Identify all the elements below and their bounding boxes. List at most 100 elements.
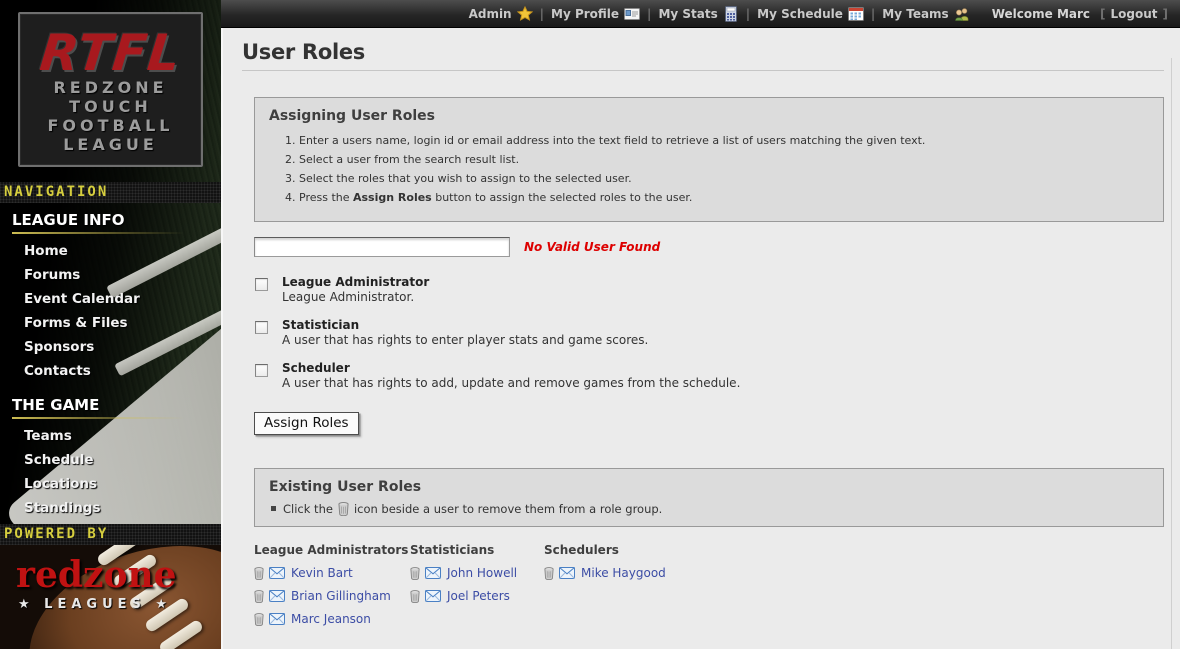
role-options: League Administrator League Administrato… (254, 275, 1164, 391)
email-icon[interactable] (269, 567, 285, 579)
group-title: Schedulers (544, 543, 700, 557)
scheduler-checkbox[interactable] (255, 364, 268, 377)
assign-roles-button[interactable]: Assign Roles (254, 412, 359, 435)
sidebar-item-forms-files[interactable]: Forms & Files (12, 311, 215, 335)
group-schedulers: Schedulers Mike Haygood (544, 543, 700, 634)
rtfl-logo-line: TOUCH (20, 97, 201, 116)
user-search-input[interactable] (254, 237, 510, 257)
role-description: League Administrator. (282, 290, 1164, 305)
role-groups: League Administrators Kevin Bart Brian G… (254, 543, 1164, 634)
sidebar-item-home[interactable]: Home (12, 239, 215, 263)
email-icon[interactable] (269, 613, 285, 625)
topbar-item-label: My Schedule (757, 7, 843, 21)
role-name: Scheduler (282, 361, 1164, 376)
sidebar: RTFL REDZONE TOUCH FOOTBALL LEAGUE NAVIG… (0, 0, 221, 649)
statistician-checkbox[interactable] (255, 321, 268, 334)
vcard-icon (624, 6, 640, 22)
role-name: Statistician (282, 318, 1164, 333)
note-text: Click the (283, 502, 333, 516)
topbar-item-label: Admin (469, 7, 512, 21)
league-administrator-checkbox[interactable] (255, 278, 268, 291)
page-title: User Roles (242, 40, 1166, 64)
trash-icon[interactable] (410, 567, 420, 580)
role-option-league-administrator: League Administrator League Administrato… (254, 275, 1164, 305)
calculator-icon (723, 6, 739, 22)
step-text: Select the roles that you wish to assign… (299, 172, 632, 185)
step-text: Select a user from the search result lis… (299, 153, 519, 166)
sidebar-menu: LEAGUE INFO Home Forums Event Calendar F… (12, 211, 215, 544)
topbar-item-label: My Profile (551, 7, 619, 21)
topbar-item-my-profile[interactable]: My Profile (551, 6, 640, 22)
step-text-bold: Assign Roles (353, 191, 432, 204)
sidebar-item-teams[interactable]: Teams (12, 424, 215, 448)
role-description: A user that has rights to enter player s… (282, 333, 1164, 348)
email-icon[interactable] (269, 590, 285, 602)
logout-bracket: [ (1100, 7, 1105, 21)
redzone-leagues-logo[interactable]: redzone ★ LEAGUES ★ (0, 545, 221, 649)
powered-by-banner: POWERED BY (0, 524, 221, 545)
trash-icon[interactable] (410, 590, 420, 603)
star-icon (517, 6, 533, 22)
trash-icon[interactable] (254, 590, 264, 603)
trash-icon[interactable] (544, 567, 554, 580)
rtfl-logo-line: FOOTBALL (20, 116, 201, 135)
sidebar-item-standings[interactable]: Standings (12, 496, 215, 520)
group-title: Statisticians (410, 543, 544, 557)
welcome-text: Welcome Marc (992, 7, 1090, 21)
section-rule (12, 232, 215, 234)
sidebar-item-sponsors[interactable]: Sponsors (12, 335, 215, 359)
rtfl-logo-line: LEAGUE (20, 135, 201, 154)
user-link[interactable]: Brian Gillingham (291, 589, 391, 603)
topbar-item-my-stats[interactable]: My Stats (658, 6, 738, 22)
user-search-row: No Valid User Found (254, 237, 1164, 257)
user-link[interactable]: Mike Haygood (581, 566, 666, 580)
topbar-separator: | (540, 7, 544, 21)
instruction-step: Enter a users name, login id or email ad… (299, 133, 1149, 149)
section-title-the-game: THE GAME (12, 396, 215, 414)
section-rule (12, 417, 215, 419)
redzone-logo-subtext: ★ LEAGUES ★ (18, 597, 172, 612)
topbar-item-label: My Teams (882, 7, 948, 21)
sidebar-item-schedule[interactable]: Schedule (12, 448, 215, 472)
user-row: Mike Haygood (544, 565, 700, 582)
logout-button[interactable]: Logout (1111, 7, 1158, 21)
topbar-separator: | (871, 7, 875, 21)
instruction-step: Select the roles that you wish to assign… (299, 171, 1149, 187)
trash-icon (338, 502, 349, 516)
app-window: RTFL REDZONE TOUCH FOOTBALL LEAGUE NAVIG… (0, 0, 1180, 649)
topbar-item-my-teams[interactable]: My Teams (882, 6, 969, 22)
user-link[interactable]: Marc Jeanson (291, 612, 371, 626)
navigation-banner: NAVIGATION (0, 182, 221, 203)
instruction-step: Press the Assign Roles button to assign … (299, 190, 1149, 206)
panel-heading: Existing User Roles (269, 479, 1149, 495)
role-name: League Administrator (282, 275, 1164, 290)
topbar-separator: | (647, 7, 651, 21)
email-icon[interactable] (559, 567, 575, 579)
sidebar-item-forums[interactable]: Forums (12, 263, 215, 287)
group-title: League Administrators (254, 543, 410, 557)
email-icon[interactable] (425, 567, 441, 579)
trash-icon[interactable] (254, 613, 264, 626)
user-link[interactable]: Joel Peters (447, 589, 510, 603)
title-divider (242, 70, 1164, 71)
sidebar-item-contacts[interactable]: Contacts (12, 359, 215, 383)
topbar: Admin | My Profile | My Stats | My Sched… (221, 0, 1180, 28)
existing-user-roles-panel: Existing User Roles Click the icon besid… (254, 468, 1164, 527)
trash-icon[interactable] (254, 567, 264, 580)
instruction-steps: Enter a users name, login id or email ad… (269, 133, 1149, 206)
step-text: Press the (299, 191, 353, 204)
topbar-item-admin[interactable]: Admin (469, 6, 533, 22)
user-row: Kevin Bart (254, 565, 410, 582)
topbar-separator: | (746, 7, 750, 21)
note-text: icon beside a user to remove them from a… (354, 502, 662, 516)
sidebar-item-locations[interactable]: Locations (12, 472, 215, 496)
role-option-scheduler: Scheduler A user that has rights to add,… (254, 361, 1164, 391)
section-title-league-info: LEAGUE INFO (12, 211, 215, 229)
email-icon[interactable] (425, 590, 441, 602)
topbar-item-my-schedule[interactable]: My Schedule (757, 6, 864, 22)
rtfl-logo[interactable]: RTFL REDZONE TOUCH FOOTBALL LEAGUE (18, 12, 203, 167)
user-link[interactable]: John Howell (447, 566, 517, 580)
sidebar-item-event-calendar[interactable]: Event Calendar (12, 287, 215, 311)
user-row: Joel Peters (410, 588, 544, 605)
user-link[interactable]: Kevin Bart (291, 566, 353, 580)
